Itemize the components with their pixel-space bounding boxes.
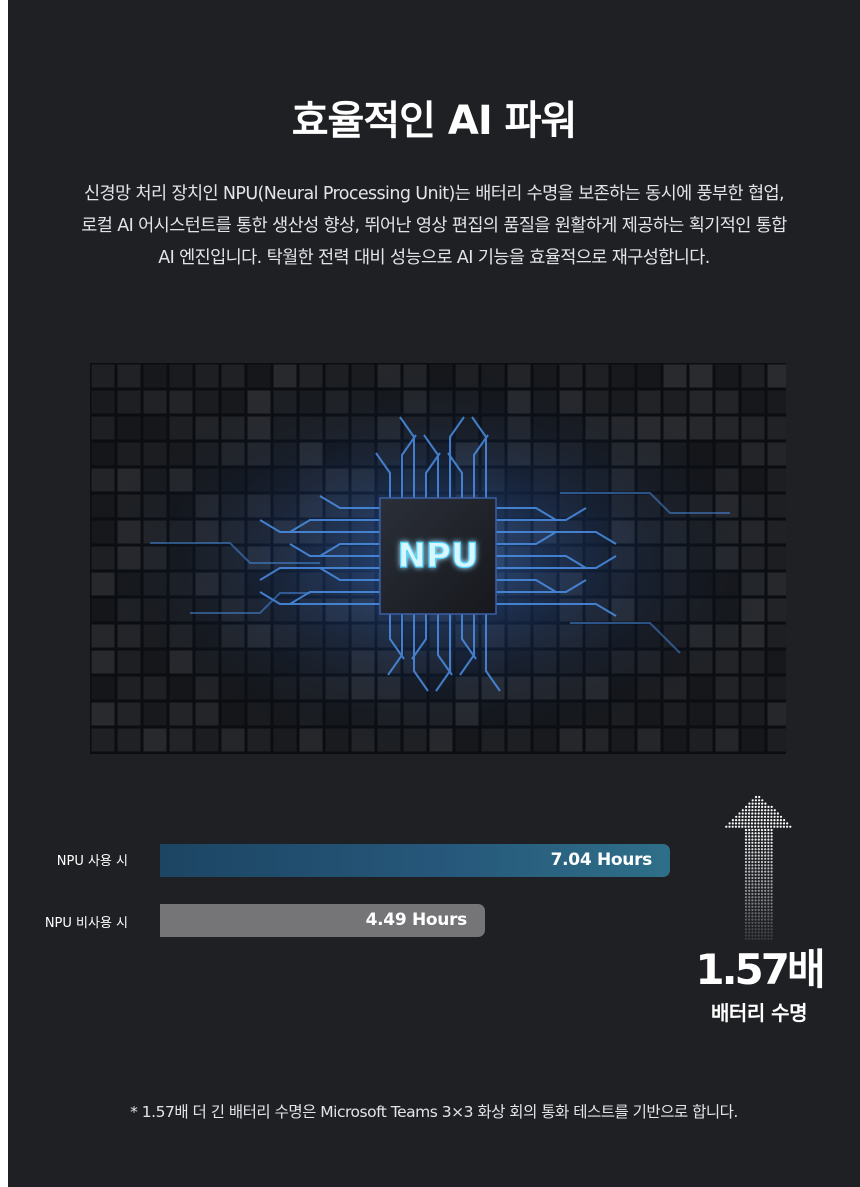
npu-off-label: NPU 비사용 시 bbox=[44, 916, 128, 931]
npu-off-value: 4.49 Hours bbox=[365, 910, 468, 930]
battery-ratio-label: 배터리 수명 bbox=[711, 1001, 807, 1025]
npu-chip-image: NPU bbox=[90, 363, 786, 754]
npu-on-value: 7.04 Hours bbox=[550, 850, 653, 870]
npu-on-bar: 7.04 Hours bbox=[160, 844, 670, 877]
up-arrow-icon bbox=[724, 794, 794, 944]
section-title: 효율적인 AI 파워 bbox=[291, 98, 578, 144]
footnote: * 1.57배 더 긴 배터리 수명은 Microsoft Teams 3×3 … bbox=[130, 1103, 738, 1121]
battery-ratio: 1.57배 bbox=[695, 945, 825, 994]
efficient-ai-section: 효율적인 AI 파워 신경망 처리 장치인 NPU(Neural Process… bbox=[8, 0, 860, 1187]
npu-chip-label: NPU bbox=[398, 536, 479, 576]
npu-circuit-illustration: NPU bbox=[90, 363, 786, 754]
npu-off-bar: 4.49 Hours bbox=[160, 904, 485, 937]
section-description: 신경망 처리 장치인 NPU(Neural Processing Unit)는 … bbox=[81, 184, 787, 268]
npu-on-label: NPU 사용 시 bbox=[56, 854, 128, 869]
